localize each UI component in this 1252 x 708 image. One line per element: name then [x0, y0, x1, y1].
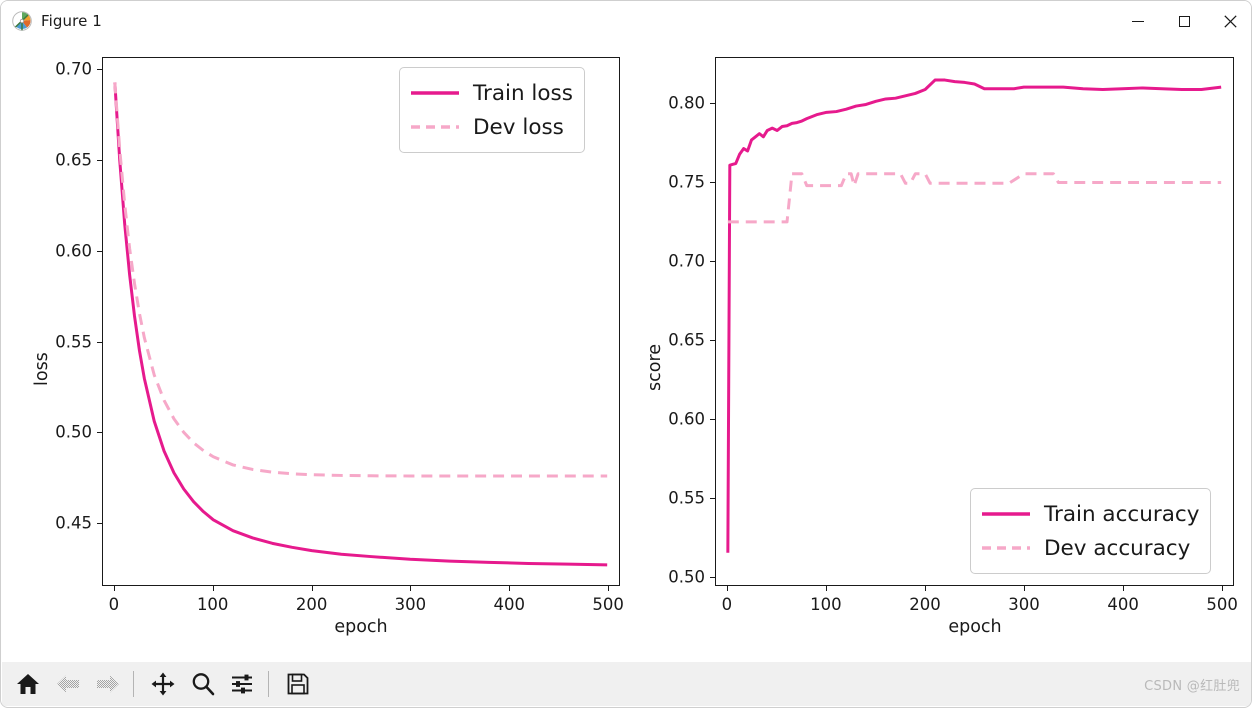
zoom-magnifier-icon	[192, 673, 215, 696]
x-tick-mark	[311, 586, 313, 591]
configure-subplots-button[interactable]	[225, 666, 261, 702]
y-tick-label: 0.75	[668, 172, 705, 192]
loss-y-axis-label: loss	[32, 352, 52, 386]
pan-button[interactable]	[145, 666, 181, 702]
y-tick-mark	[97, 250, 102, 252]
accuracy-legend-label: Train accuracy	[1044, 501, 1200, 527]
y-tick-label: 0.60	[668, 409, 705, 429]
y-tick-mark	[710, 261, 715, 263]
x-tick-label: 0	[721, 595, 733, 614]
x-tick-label: 500	[592, 595, 624, 614]
x-tick-label: 400	[493, 595, 526, 614]
y-tick-mark	[710, 340, 715, 342]
loss-legend-swatch	[410, 83, 460, 103]
loss-legend-swatch	[410, 117, 460, 137]
accuracy-y-axis-label: score	[645, 343, 665, 391]
accuracy-legend-entry[interactable]: Dev accuracy	[981, 531, 1199, 565]
loss-legend-label: Dev loss	[473, 114, 564, 140]
maximize-icon	[1178, 15, 1190, 27]
x-tick-label: 100	[810, 595, 842, 614]
y-tick-label: 0.55	[668, 488, 705, 508]
x-tick-label: 200	[909, 595, 941, 614]
window-controls	[1115, 1, 1251, 41]
y-tick-label: 0.45	[55, 513, 92, 533]
y-tick-mark	[710, 181, 715, 183]
x-tick-mark	[726, 586, 728, 591]
y-tick-mark	[710, 577, 715, 579]
x-tick-label: 300	[1008, 595, 1040, 614]
y-tick-mark	[710, 498, 715, 500]
y-tick-label: 0.80	[668, 93, 705, 113]
close-icon	[1223, 14, 1237, 28]
x-tick-mark	[1222, 586, 1224, 591]
subplot-sliders-icon	[232, 674, 252, 694]
x-tick-label: 300	[394, 595, 427, 614]
save-floppy-icon	[287, 673, 309, 695]
y-tick-label: 0.55	[55, 332, 92, 351]
y-tick-mark	[97, 159, 102, 161]
navigation-toolbar: CSDN @红肚兜	[2, 662, 1251, 706]
back-button[interactable]	[50, 666, 86, 702]
x-tick-mark	[925, 586, 927, 591]
accuracy-legend-swatch	[981, 504, 1031, 524]
x-tick-mark	[212, 586, 214, 591]
x-tick-mark	[410, 586, 412, 591]
x-tick-label: 500	[1206, 595, 1238, 614]
loss-legend-entry[interactable]: Train loss	[410, 76, 573, 110]
y-tick-mark	[97, 68, 102, 70]
loss-x-axis-label: epoch	[334, 617, 388, 637]
x-tick-mark	[113, 586, 115, 591]
y-tick-label: 0.60	[55, 241, 92, 261]
zoom-button[interactable]	[185, 666, 221, 702]
minimize-button[interactable]	[1115, 1, 1161, 41]
loss-legend-label: Train loss	[473, 80, 573, 106]
x-tick-mark	[608, 586, 610, 591]
matplotlib-icon	[11, 10, 33, 32]
x-tick-label: 100	[196, 595, 229, 614]
x-tick-label: 400	[1107, 595, 1139, 614]
title-bar: Figure 1	[1, 1, 1251, 41]
x-tick-mark	[1024, 586, 1026, 591]
y-tick-mark	[710, 102, 715, 104]
y-tick-label: 0.65	[55, 150, 92, 170]
toolbar-separator-2	[268, 671, 269, 697]
accuracy-legend[interactable]: Train accuracy Dev accuracy	[970, 488, 1212, 574]
y-tick-label: 0.70	[55, 59, 92, 79]
x-tick-label: 200	[295, 595, 328, 614]
x-tick-mark	[1123, 586, 1125, 591]
y-tick-mark	[97, 341, 102, 343]
y-tick-label: 0.70	[668, 251, 705, 271]
save-button[interactable]	[280, 666, 316, 702]
loss-legend-entry[interactable]: Dev loss	[410, 110, 573, 144]
home-icon	[17, 674, 39, 694]
figure-window: Figure 1 0.45 0.50 0.55 0.60 0.65 0.70 0 100 200…	[0, 0, 1252, 708]
y-tick-mark	[97, 523, 102, 525]
loss-legend[interactable]: Train loss Dev loss	[399, 67, 585, 153]
accuracy-legend-entry[interactable]: Train accuracy	[981, 497, 1199, 531]
x-tick-label: 0	[108, 595, 120, 614]
x-tick-mark	[825, 586, 827, 591]
forward-arrow-icon	[97, 675, 119, 693]
pan-move-icon	[151, 672, 175, 696]
toolbar-separator-1	[133, 671, 134, 697]
accuracy-x-axis-label: epoch	[948, 617, 1002, 637]
y-tick-mark	[710, 419, 715, 421]
y-tick-label: 0.50	[668, 567, 705, 587]
accuracy-legend-label: Dev accuracy	[1044, 535, 1191, 561]
maximize-button[interactable]	[1161, 1, 1207, 41]
figure-canvas[interactable]: 0.45 0.50 0.55 0.60 0.65 0.70 0 100 200 300 400 500…	[2, 41, 1251, 664]
y-tick-mark	[97, 432, 102, 434]
y-tick-label: 0.50	[55, 422, 92, 442]
forward-button[interactable]	[90, 666, 126, 702]
watermark-text: CSDN @红肚兜	[1144, 678, 1240, 694]
close-button[interactable]	[1207, 1, 1251, 41]
window-title: Figure 1	[41, 12, 102, 30]
minimize-icon	[1132, 20, 1144, 22]
home-button[interactable]	[10, 666, 46, 702]
back-arrow-icon	[57, 675, 79, 693]
accuracy-legend-swatch	[981, 538, 1031, 558]
x-tick-mark	[509, 586, 511, 591]
